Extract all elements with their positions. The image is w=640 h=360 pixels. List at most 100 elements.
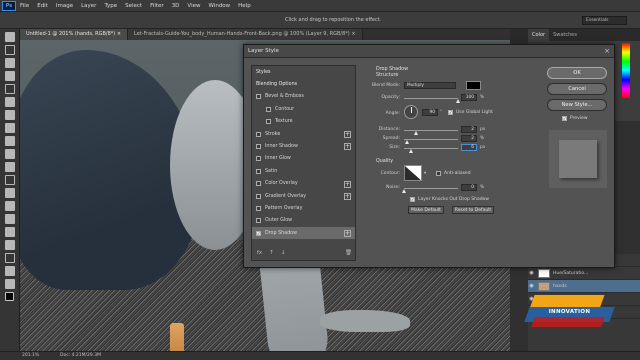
eraser-tool-icon[interactable] bbox=[5, 162, 15, 172]
style-item-texture[interactable]: Texture bbox=[252, 116, 355, 128]
fx-icon[interactable]: fx bbox=[257, 250, 262, 256]
move-tool-icon[interactable] bbox=[5, 32, 15, 42]
opacity-slider-knob[interactable] bbox=[456, 99, 460, 103]
history-brush-tool-icon[interactable] bbox=[5, 149, 15, 159]
angle-input[interactable]: 90 bbox=[422, 109, 438, 116]
pen-tool-icon[interactable] bbox=[5, 214, 15, 224]
tab-swatches[interactable]: Swatches bbox=[549, 32, 581, 38]
checkbox[interactable] bbox=[256, 193, 261, 199]
checkbox[interactable] bbox=[256, 181, 261, 187]
spread-input[interactable]: 2 bbox=[461, 135, 477, 142]
dodge-tool-icon[interactable] bbox=[5, 201, 15, 211]
size-input[interactable]: 6 bbox=[461, 144, 477, 151]
clone-stamp-tool-icon[interactable] bbox=[5, 136, 15, 146]
layer-row-selected[interactable]: ◉ hands bbox=[528, 280, 640, 293]
add-color-overlay-icon[interactable]: + bbox=[344, 180, 351, 188]
style-item-drop-shadow[interactable]: ✓ Drop Shadow + bbox=[252, 227, 355, 240]
menu-help[interactable]: Help bbox=[238, 3, 251, 9]
menu-view[interactable]: View bbox=[187, 3, 200, 9]
tab-fractals-guide[interactable]: Let-Fractals-Guide-You_body_Human-Hands-… bbox=[128, 29, 363, 40]
brush-tool-icon[interactable] bbox=[5, 123, 15, 133]
quick-select-tool-icon[interactable] bbox=[5, 71, 15, 81]
blur-tool-icon[interactable] bbox=[5, 188, 15, 198]
checkbox[interactable] bbox=[256, 131, 261, 137]
type-tool-icon[interactable] bbox=[5, 227, 15, 237]
healing-brush-tool-icon[interactable] bbox=[5, 110, 15, 120]
preview-checkbox[interactable]: ✓ bbox=[562, 116, 567, 121]
style-item-contour[interactable]: Contour bbox=[252, 103, 355, 115]
noise-slider-knob[interactable] bbox=[402, 189, 406, 193]
add-stroke-icon[interactable]: + bbox=[344, 130, 351, 138]
tab-untitled-1[interactable]: Untitled-1 @ 201% (hands, RGB/8*) × bbox=[20, 29, 129, 40]
eye-icon[interactable]: ◉ bbox=[528, 283, 535, 289]
close-icon[interactable]: × bbox=[604, 47, 610, 55]
move-up-icon[interactable]: ↑ bbox=[269, 250, 274, 256]
reset-to-default-button[interactable]: Reset to Default bbox=[452, 206, 494, 214]
menu-layer[interactable]: Layer bbox=[81, 3, 96, 9]
menu-type[interactable]: Type bbox=[104, 3, 117, 9]
style-item-color-overlay[interactable]: Color Overlay + bbox=[252, 178, 355, 190]
distance-slider-knob[interactable] bbox=[414, 131, 418, 135]
blend-mode-select[interactable]: Multiply bbox=[404, 82, 456, 89]
checkbox[interactable] bbox=[256, 94, 261, 100]
checkbox[interactable] bbox=[266, 106, 271, 112]
crop-tool-icon[interactable] bbox=[5, 84, 15, 94]
checkbox[interactable] bbox=[266, 119, 271, 125]
foreground-color-icon[interactable] bbox=[5, 292, 14, 301]
noise-input[interactable]: 0 bbox=[461, 184, 477, 191]
noise-slider[interactable] bbox=[404, 188, 458, 189]
add-drop-shadow-icon[interactable]: + bbox=[344, 230, 351, 238]
color-spectrum-bar[interactable] bbox=[622, 43, 630, 98]
menu-file[interactable]: File bbox=[20, 3, 29, 9]
size-slider-knob[interactable] bbox=[409, 149, 413, 153]
blending-options-item[interactable]: Blending Options bbox=[252, 78, 355, 90]
menu-3d[interactable]: 3D bbox=[172, 3, 180, 9]
shape-tool-icon[interactable] bbox=[5, 253, 15, 263]
style-item-satin[interactable]: Satin bbox=[252, 165, 355, 177]
make-default-button[interactable]: Make Default bbox=[408, 206, 444, 214]
lasso-tool-icon[interactable] bbox=[5, 58, 15, 68]
shadow-color-swatch[interactable] bbox=[466, 81, 481, 90]
tab-color[interactable]: Color bbox=[528, 29, 550, 41]
zoom-level[interactable]: 201.1% bbox=[22, 352, 39, 360]
style-item-inner-shadow[interactable]: Inner Shadow + bbox=[252, 140, 355, 152]
distance-input[interactable]: 2 bbox=[461, 126, 477, 133]
checkbox[interactable] bbox=[256, 156, 261, 162]
style-item-gradient-overlay[interactable]: Gradient Overlay + bbox=[252, 190, 355, 202]
add-gradient-overlay-icon[interactable]: + bbox=[344, 192, 351, 200]
menu-filter[interactable]: Filter bbox=[150, 3, 164, 9]
spread-slider[interactable] bbox=[404, 139, 458, 140]
angle-dial[interactable] bbox=[404, 105, 418, 119]
style-item-stroke[interactable]: Stroke + bbox=[252, 128, 355, 140]
opacity-slider[interactable] bbox=[404, 98, 458, 99]
checkbox[interactable] bbox=[256, 218, 261, 224]
cancel-button[interactable]: Cancel bbox=[547, 83, 607, 95]
move-down-icon[interactable]: ↓ bbox=[281, 250, 286, 256]
anti-aliased-checkbox[interactable] bbox=[436, 171, 441, 176]
use-global-light-checkbox[interactable]: ✓ bbox=[448, 110, 453, 115]
zoom-tool-icon[interactable] bbox=[5, 279, 15, 289]
gradient-tool-icon[interactable] bbox=[5, 175, 15, 185]
add-inner-shadow-icon[interactable]: + bbox=[344, 143, 351, 151]
contour-picker[interactable] bbox=[404, 165, 422, 181]
path-select-tool-icon[interactable] bbox=[5, 240, 15, 250]
styles-header[interactable]: Styles bbox=[252, 66, 355, 78]
eyedropper-tool-icon[interactable] bbox=[5, 97, 15, 107]
menu-select[interactable]: Select bbox=[125, 3, 142, 9]
trash-icon[interactable]: 🗑 bbox=[345, 250, 352, 256]
workspace-select[interactable]: Essentials bbox=[582, 16, 627, 25]
dialog-title[interactable]: Layer Style bbox=[244, 45, 614, 58]
distance-slider[interactable] bbox=[404, 130, 458, 131]
checkbox[interactable] bbox=[256, 205, 261, 211]
new-style-button[interactable]: New Style... bbox=[547, 99, 607, 111]
checkbox-checked[interactable]: ✓ bbox=[256, 230, 261, 236]
style-item-pattern-overlay[interactable]: Pattern Overlay bbox=[252, 202, 355, 214]
menu-edit[interactable]: Edit bbox=[37, 3, 48, 9]
style-item-outer-glow[interactable]: Outer Glow bbox=[252, 215, 355, 227]
opacity-input[interactable]: 100 bbox=[461, 94, 477, 101]
spread-slider-knob[interactable] bbox=[405, 140, 409, 144]
style-item-bevel-emboss[interactable]: Bevel & Emboss bbox=[252, 91, 355, 103]
eye-icon[interactable]: ◉ bbox=[528, 270, 535, 276]
layer-row[interactable]: ◉ Hue/Saturatio... bbox=[528, 267, 640, 280]
style-item-inner-glow[interactable]: Inner Glow bbox=[252, 153, 355, 165]
